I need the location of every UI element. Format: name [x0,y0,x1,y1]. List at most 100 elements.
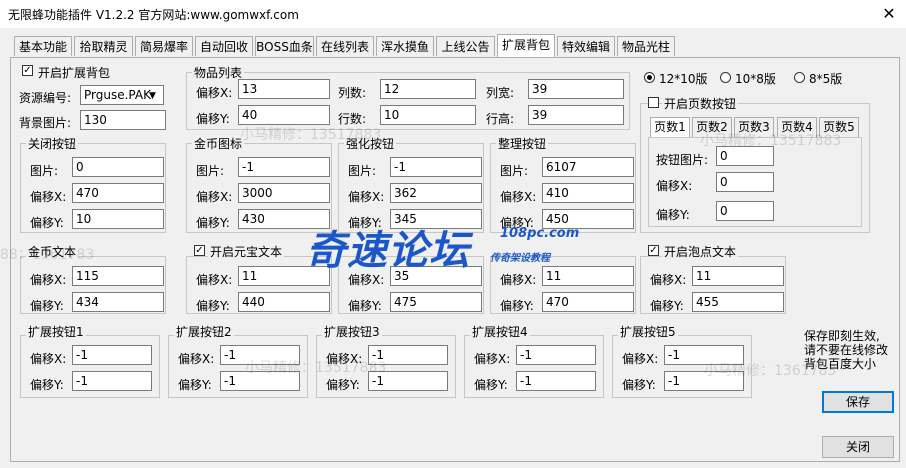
page-offset-x-input[interactable]: 0 [716,172,774,192]
image-label: 图片: [348,164,377,178]
row-height-label: 行高: [486,112,515,126]
bg-image-input[interactable]: 130 [80,110,166,130]
offset-x-label: 偏移X: [196,190,233,204]
item-list-title: 物品列表 [192,64,245,81]
offset-y-label: 偏移Y: [30,299,64,313]
offset-x-input[interactable]: 470 [72,183,164,203]
offset-x-input[interactable]: -1 [516,345,596,365]
offset-x-input[interactable]: 11 [542,266,634,286]
tab-5[interactable]: BOSS血条 [255,36,314,56]
offset-x-label: 偏移X: [622,352,659,366]
item-offset-x-input[interactable]: 13 [238,79,330,99]
rows-input[interactable]: 10 [380,105,476,125]
page-buttons-label: 开启页数按钮 [662,95,739,112]
bg-image-label: 背景图片: [19,116,72,130]
tab-8[interactable]: 上线公告 [436,36,495,56]
image-group-title: 整理按钮 [496,135,549,152]
enable-bag-label: 开启扩展背包 [38,66,111,80]
row-height-input[interactable]: 39 [528,105,624,125]
close-icon[interactable]: ✕ [876,2,902,26]
offset-y-label: 偏移Y: [178,378,212,392]
save-button[interactable]: 保存 [822,391,894,413]
offset-y-input[interactable]: 475 [390,292,482,312]
text-group-checkbox[interactable]: ✓ [194,245,205,256]
layout-radio-10x8[interactable] [720,72,731,83]
page-buttons-checkbox[interactable] [648,97,659,108]
tab-7[interactable]: 浑水摸鱼 [376,36,434,56]
enable-bag-checkbox[interactable]: ✓ [22,65,33,76]
tab-10[interactable]: 特效编辑 [557,36,615,56]
col-width-input[interactable]: 39 [528,79,624,99]
offset-x-label: 偏移X: [30,273,67,287]
offset-y-label: 偏移Y: [30,378,64,392]
ext-button-title: 扩展按钮1 [26,323,86,340]
image-input[interactable]: 6107 [542,157,634,177]
tab-3[interactable]: 简易爆率 [135,36,193,56]
offset-y-input[interactable]: 440 [238,292,330,312]
offset-x-label: 偏移X: [178,352,215,366]
text-group-title: 开启泡点文本 [662,243,739,260]
layout-radio-8x5[interactable] [794,72,805,83]
offset-x-input[interactable]: 115 [72,266,164,286]
image-input[interactable]: -1 [238,157,330,177]
offset-y-label: 偏移Y: [196,216,230,230]
item-offset-y-input[interactable]: 40 [238,105,330,125]
offset-y-input[interactable]: 434 [72,292,164,312]
offset-x-label: 偏移X: [500,190,537,204]
watermark-text: 小马精修：13517883 [240,127,382,143]
offset-x-input[interactable]: 11 [692,266,784,286]
tab-1[interactable]: 基本功能 [14,36,72,56]
offset-x-input[interactable]: 410 [542,183,634,203]
offset-y-input[interactable]: -1 [516,371,596,391]
image-label: 图片: [500,164,529,178]
ext-button-title: 扩展按钮2 [174,323,234,340]
layout-label-8x5: 8*5版 [809,72,843,86]
page-tab-1[interactable]: 页数1 [650,117,690,137]
text-group-checkbox[interactable]: ✓ [648,245,659,256]
page-offset-y-label: 偏移Y: [656,208,690,222]
close-button[interactable]: 关闭 [822,436,894,458]
offset-y-input[interactable]: 470 [542,292,634,312]
image-input[interactable]: -1 [390,157,482,177]
image-label: 图片: [196,164,225,178]
resource-value: Prguse.PAK [84,88,151,102]
item-offset-y-label: 偏移Y: [196,112,230,126]
forum-logo-tagline: 传奇架设教程 [490,253,550,264]
image-input[interactable]: 0 [72,157,164,177]
tab-9[interactable]: 扩展背包 [497,34,555,58]
page-offset-y-input[interactable]: 0 [716,201,774,221]
offset-y-label: 偏移Y: [474,378,508,392]
offset-y-input[interactable]: -1 [72,371,152,391]
offset-y-label: 偏移Y: [650,299,684,313]
cols-input[interactable]: 12 [380,79,476,99]
page-image-label: 按钮图片: [656,153,709,167]
chevron-down-icon[interactable]: ▼ [149,91,156,101]
window-title: 无限蜂功能插件 V1.2.2 官方网站:www.gomwxf.com [8,8,299,22]
layout-radio-12x10[interactable] [644,72,655,83]
offset-y-input[interactable]: 10 [72,209,164,229]
tab-6[interactable]: 在线列表 [316,36,374,56]
image-group-title: 关闭按钮 [26,135,79,152]
offset-x-label: 偏移X: [474,352,511,366]
offset-x-label: 偏移X: [30,352,67,366]
image-group-title: 金币图标 [192,135,245,152]
offset-x-input[interactable]: 362 [390,183,482,203]
offset-x-input[interactable]: -1 [72,345,152,365]
image-label: 图片: [30,164,59,178]
tab-4[interactable]: 自动回收 [195,36,253,56]
offset-x-label: 偏移X: [348,190,385,204]
tab-11[interactable]: 物品光柱 [617,36,675,56]
offset-y-label: 偏移Y: [348,299,382,313]
resource-label: 资源编号: [19,91,72,105]
tab-2[interactable]: 拾取精灵 [74,36,133,56]
offset-y-input[interactable]: 455 [692,292,784,312]
offset-x-input[interactable]: 3000 [238,183,330,203]
page-offset-x-label: 偏移X: [656,179,693,193]
layout-label-10x8: 10*8版 [735,72,776,86]
item-offset-x-label: 偏移X: [196,86,233,100]
offset-x-label: 偏移X: [30,190,67,204]
offset-x-label: 偏移X: [650,273,687,287]
col-width-label: 列宽: [486,86,515,100]
forum-logo: 奇速论坛 [306,228,470,274]
text-group-title: 开启元宝文本 [208,243,285,260]
